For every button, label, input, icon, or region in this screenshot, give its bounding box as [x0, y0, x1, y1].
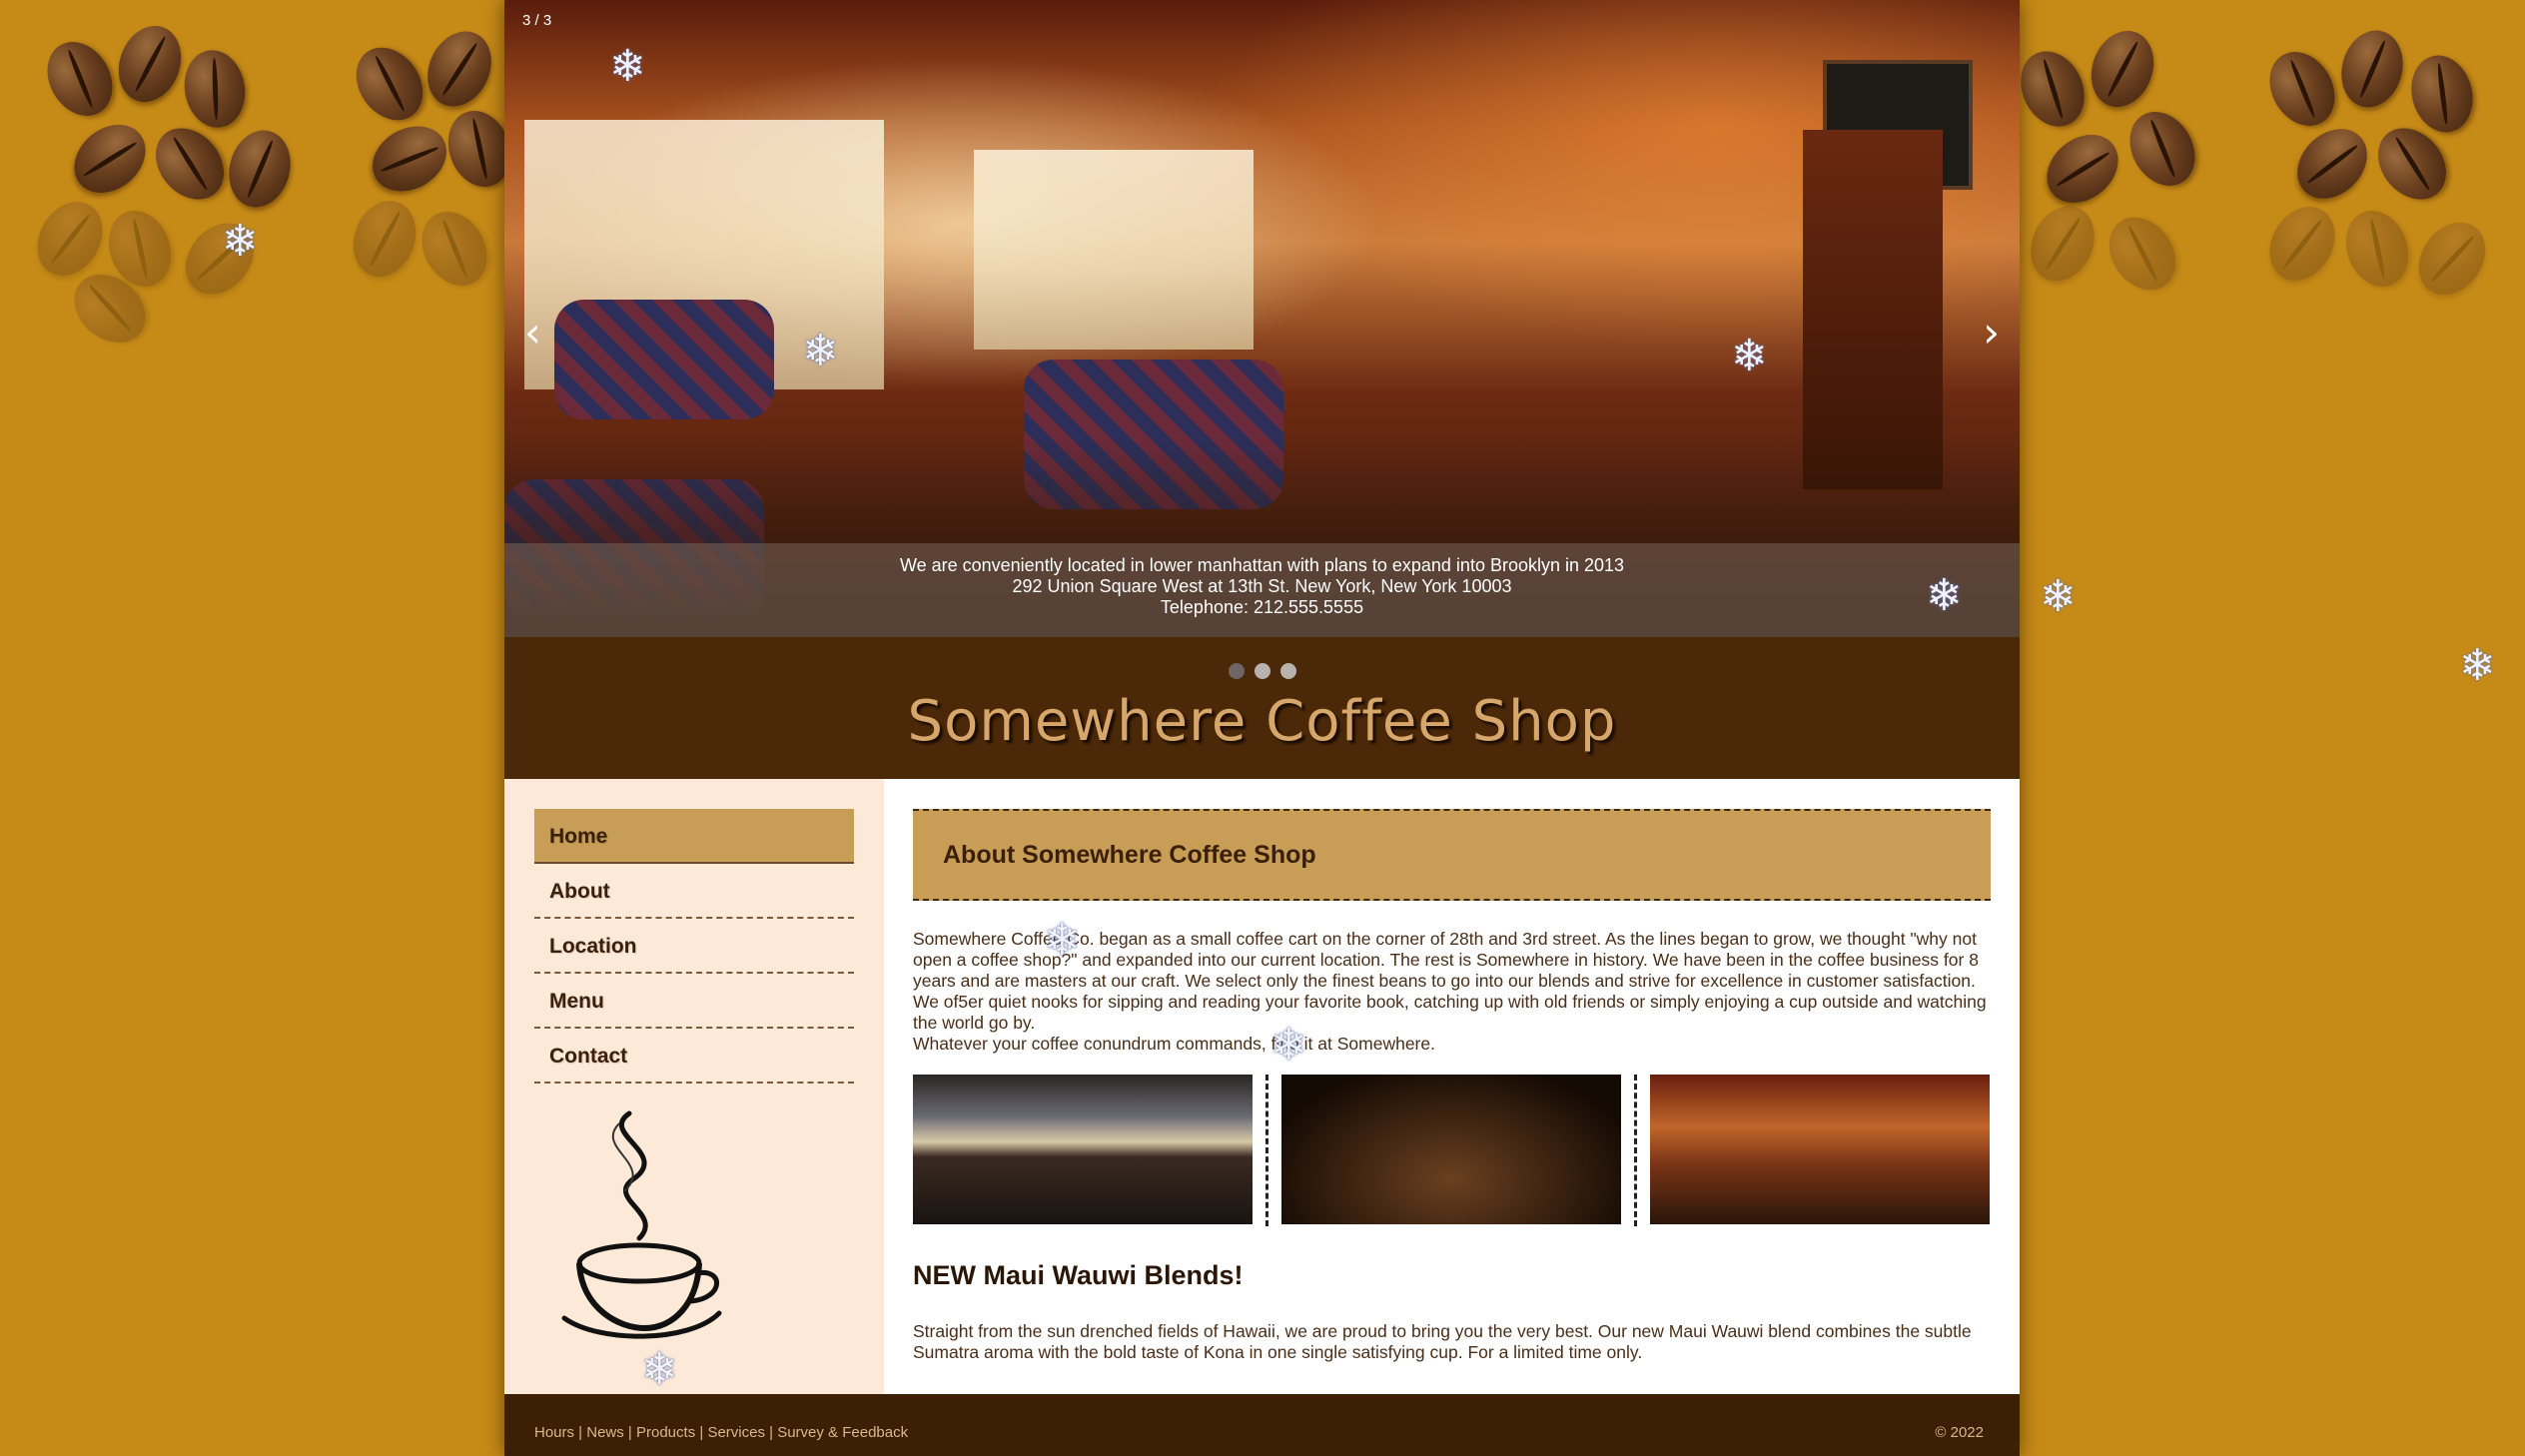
caption-line-address: 292 Union Square West at 13th St. New Yo… [1012, 576, 1512, 596]
main-column: About Somewhere Coffee Shop Somewhere Co… [913, 809, 1991, 1363]
caption-line-phone: Telephone: 212.555.5555 [1160, 597, 1364, 617]
footer-link-survey[interactable]: Survey & Feedback [777, 1424, 908, 1441]
photo-gallery [913, 1075, 1991, 1226]
caption-line-location: We are conveniently located in lower man… [899, 555, 1625, 575]
content-area: Home About Location Menu Contact About S… [504, 779, 2020, 1394]
nav-item-location[interactable]: Location [534, 919, 854, 974]
sidebar: Home About Location Menu Contact [504, 779, 884, 1394]
coffee-cup-icon [561, 1110, 722, 1339]
gallery-photo-coffee-beans[interactable] [1281, 1075, 1621, 1224]
snowflake-icon: ❄ [802, 326, 839, 376]
footer: Hours | News | Products | Services | Sur… [504, 1394, 2020, 1456]
slider-dot-2[interactable] [1255, 663, 1270, 679]
bean-cluster-right-2 [2242, 10, 2525, 369]
gallery-divider [1253, 1075, 1281, 1226]
gallery-divider [1621, 1075, 1650, 1226]
snowflake-icon: ❄ [1731, 331, 1768, 381]
footer-link-hours[interactable]: Hours [534, 1424, 574, 1441]
site-logo[interactable]: Somewhere Coffee Shop [504, 689, 2020, 754]
footer-copyright: © 2022 [1935, 1424, 1984, 1441]
hero-slider: 3 / 3 ‹ › We are conveniently located in… [504, 0, 2020, 637]
slide-counter: 3 / 3 [522, 12, 552, 29]
footer-link-products[interactable]: Products [636, 1424, 695, 1441]
snowflake-icon: ❄ [609, 41, 646, 92]
about-heading: About Somewhere Coffee Shop [913, 809, 1991, 901]
gallery-photo-cafe-window[interactable] [913, 1075, 1253, 1224]
chevron-right-icon: › [1983, 308, 2000, 357]
news-text: Straight from the sun drenched fields of… [913, 1321, 1972, 1362]
slider-next-button[interactable]: › [1983, 308, 2000, 357]
nav-item-about[interactable]: About [534, 864, 854, 919]
slide-caption: We are conveniently located in lower man… [504, 543, 2020, 637]
snowflake-icon: ❄ [1044, 915, 1081, 966]
snowflake-icon: ❄ [641, 1344, 678, 1395]
news-heading: NEW Maui Wauwi Blends! [913, 1260, 1244, 1290]
bean-cluster-left-1 [20, 10, 340, 369]
nav-item-home[interactable]: Home [534, 809, 854, 864]
slider-dot-1[interactable] [1229, 663, 1245, 679]
snowflake-icon: ❄ [1926, 570, 1963, 621]
page-container: 3 / 3 ‹ › We are conveniently located in… [504, 0, 2020, 1456]
snowflake-icon: ❄ [2459, 640, 2496, 691]
chevron-left-icon: ‹ [524, 308, 541, 357]
gallery-photo-shop-interior[interactable] [1650, 1075, 1990, 1224]
footer-link-news[interactable]: News [586, 1424, 624, 1441]
footer-links: Hours | News | Products | Services | Sur… [534, 1424, 909, 1441]
slider-prev-button[interactable]: ‹ [524, 308, 541, 357]
slide-image [504, 0, 2020, 637]
snowflake-icon: ❄ [1270, 1020, 1307, 1071]
slider-dot-3[interactable] [1280, 663, 1296, 679]
main-nav: Home About Location Menu Contact [534, 809, 854, 1084]
footer-link-services[interactable]: Services [707, 1424, 765, 1441]
snowflake-icon: ❄ [2040, 571, 2077, 622]
slider-pagination [1229, 663, 1296, 679]
about-tagline: Whatever your coffee conundrum commands,… [913, 1034, 1435, 1054]
nav-item-contact[interactable]: Contact [534, 1029, 854, 1084]
nav-item-menu[interactable]: Menu [534, 974, 854, 1029]
snowflake-icon: ❄ [222, 216, 259, 267]
